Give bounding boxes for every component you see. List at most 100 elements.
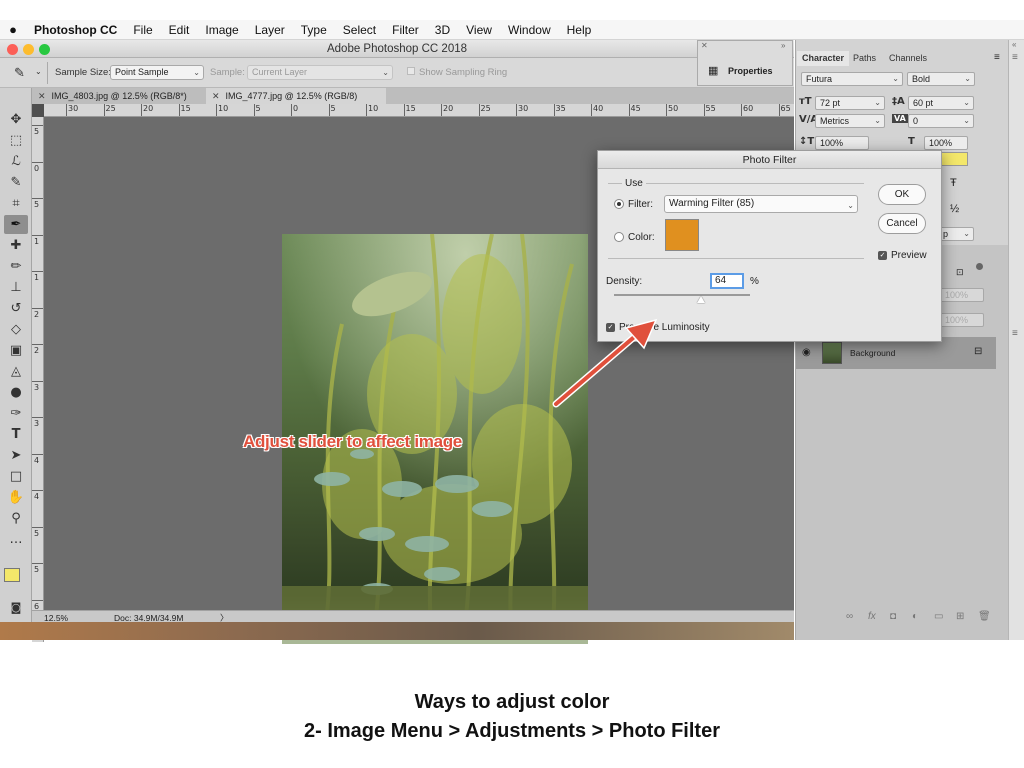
trash-icon[interactable]: 🗑 [978,611,991,622]
sample-select[interactable]: Current Layer ⌄ [247,65,393,80]
adjustment-layer-icon[interactable]: ◐ [912,611,918,622]
tracking-field[interactable]: 0 ⌄ [908,114,974,128]
tool-preset-chevron-icon[interactable]: ⌄ [35,67,42,76]
stamp-tool-icon[interactable]: ⊥ [4,278,28,297]
pen-tool-icon[interactable]: ✑ [4,404,28,423]
path-select-tool-icon[interactable]: ➤ [4,446,28,465]
new-layer-icon[interactable]: ⊞ [956,611,964,622]
ruler-tick [216,104,217,116]
tab-channels[interactable]: Channels [884,51,932,66]
close-panel-icon[interactable]: ✕ [701,41,708,50]
ruler-tick [478,104,480,116]
tab-img-4777[interactable]: ✕ IMG_4777.jpg @ 12.5% (RGB/8) [206,88,386,104]
type-tool-icon[interactable]: T [4,425,28,444]
visibility-eye-icon[interactable]: ◉ [802,347,811,358]
crop-tool-icon[interactable]: ⌗ [4,194,28,213]
eyedropper-tool-icon[interactable]: ✒ [4,215,28,234]
kerning-field[interactable]: Metrics ⌄ [815,114,885,128]
sample-size-value: Point Sample [115,67,169,77]
language-select[interactable]: p ⌄ [938,227,974,241]
ruler-tick [403,104,405,116]
ruler-label: 55 [705,104,716,113]
move-tool-icon[interactable]: ✥ [4,110,28,129]
menu-3d[interactable]: 3D [427,23,458,37]
font-family-select[interactable]: Futura ⌄ [801,72,903,86]
menu-type[interactable]: Type [293,23,335,37]
menu-layer[interactable]: Layer [247,23,293,37]
lock-position-icon[interactable] [976,263,983,270]
sample-size-select[interactable]: Point Sample ⌄ [110,65,204,80]
chevron-down-icon: ⌄ [874,98,881,107]
font-style-select[interactable]: Bold ⌄ [907,72,975,86]
layer-name[interactable]: Background [850,348,895,358]
chevron-down-icon: ⌄ [963,98,970,107]
healing-tool-icon[interactable]: ✚ [4,236,28,255]
menu-edit[interactable]: Edit [161,23,198,37]
zoom-button[interactable] [39,44,50,55]
sample-value: Current Layer [252,67,308,77]
marquee-tool-icon[interactable]: ⬚ [4,131,28,150]
dock-menu-icon[interactable]: ≡ [1012,52,1018,63]
menu-view[interactable]: View [458,23,500,37]
lock-icon[interactable]: ⊡ [956,267,964,278]
minimize-button[interactable] [23,44,34,55]
zoom-tool-icon[interactable]: ⚲ [4,509,28,528]
panel-menu-icon[interactable]: ≡ [994,52,1000,63]
eraser-tool-icon[interactable]: ◇ [4,320,28,339]
menu-image[interactable]: Image [197,23,246,37]
gradient-tool-icon[interactable]: ▣ [4,341,28,360]
fill-field[interactable]: 100% [940,313,984,327]
new-group-icon[interactable]: ▭ [934,611,943,622]
quick-mask-icon[interactable]: ◙ [4,598,28,617]
eyedropper-icon[interactable]: ✎ [14,65,25,81]
tab-character[interactable]: Character [797,51,850,66]
type-style-icon[interactable]: Ŧ [950,177,957,189]
menu-window[interactable]: Window [500,23,559,37]
density-slider-thumb[interactable] [697,296,706,303]
rectangle-tool-icon[interactable]: □ [4,467,28,486]
lasso-tool-icon[interactable]: ℒ [4,152,28,171]
filter-radio[interactable] [614,199,624,209]
tab-img-4803[interactable]: ✕ IMG_4803.jpg @ 12.5% (RGB/8*) [32,88,204,104]
color-swatch[interactable] [665,219,699,251]
color-radio[interactable] [614,232,624,242]
expand-panel-icon[interactable]: » [781,41,785,50]
horizontal-scale-field[interactable]: 100% [924,136,968,150]
close-tab-icon[interactable]: ✕ [38,91,46,101]
ok-button[interactable]: OK [878,184,926,205]
brush-tool-icon[interactable]: ✏ [4,257,28,276]
opacity-field[interactable]: 100% [940,288,984,302]
density-input[interactable]: 64 [710,273,744,289]
fx-icon[interactable]: fx [868,611,876,622]
apple-menu-icon[interactable]: ● [0,22,26,37]
collapse-dock-icon[interactable]: « [1012,40,1016,49]
tab-paths[interactable]: Paths [848,51,881,66]
dock-menu-icon[interactable]: ≡ [1012,328,1018,339]
vertical-scale-field[interactable]: 100% [815,136,869,150]
menu-filter[interactable]: Filter [384,23,427,37]
hand-tool-icon[interactable]: ✋ [4,488,28,507]
leading-field[interactable]: 60 pt ⌄ [908,96,974,110]
font-size-field[interactable]: 72 pt ⌄ [815,96,885,110]
menu-help[interactable]: Help [559,23,600,37]
mask-icon[interactable]: ◘ [890,611,896,622]
filter-select[interactable]: Warming Filter (85) ⌄ [664,195,858,213]
close-button[interactable] [7,44,18,55]
quick-select-tool-icon[interactable]: ✎ [4,173,28,192]
density-slider-track[interactable] [614,294,750,296]
menu-file[interactable]: File [125,23,160,37]
sampling-ring-checkbox[interactable] [407,67,415,75]
foreground-color-swatch[interactable] [4,568,20,582]
link-layers-icon[interactable]: ∞ [846,611,853,622]
blur-tool-icon[interactable]: ◬ [4,362,28,381]
preview-checkbox[interactable]: ✓ [878,251,887,260]
cancel-button[interactable]: Cancel [878,213,926,234]
fraction-value[interactable]: ½ [950,203,959,215]
close-tab-icon[interactable]: ✕ [212,91,220,101]
menu-select[interactable]: Select [335,23,384,37]
more-tools-icon[interactable]: … [4,530,28,549]
dodge-tool-icon[interactable]: ● [4,383,28,402]
menu-app-name[interactable]: Photoshop CC [26,23,125,37]
properties-panel-collapsed[interactable]: ✕ » ▦ Properties [697,40,793,86]
history-brush-tool-icon[interactable]: ↺ [4,299,28,318]
